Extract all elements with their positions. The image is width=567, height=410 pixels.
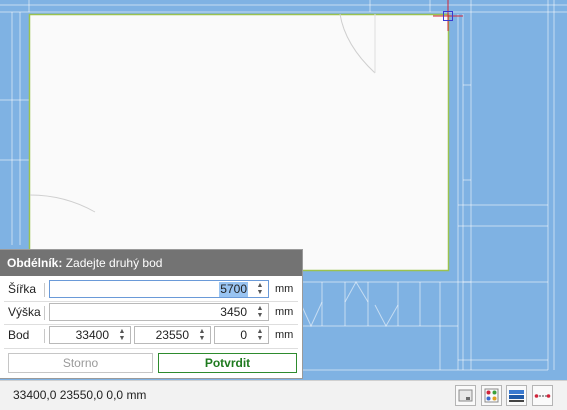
object-snap-button[interactable] (481, 385, 502, 406)
height-label: Výška (8, 305, 41, 319)
view-snap-button[interactable] (455, 385, 476, 406)
point-row: Bod 33400 ▲ ▼ 23550 ▲ ▼ 0 ▲ ▼ mm (0, 325, 303, 347)
width-input[interactable]: 5700 ▲ ▼ (49, 280, 269, 298)
cancel-button[interactable]: Storno (8, 353, 153, 373)
height-unit: mm (275, 306, 294, 318)
width-row: Šířka 5700 ▲ ▼ mm (0, 279, 303, 301)
row-divider (4, 348, 298, 349)
view-snap-icon (458, 389, 473, 402)
dimension-button[interactable] (532, 385, 553, 406)
width-unit: mm (275, 283, 294, 295)
confirm-button[interactable]: Potvrdit (158, 353, 297, 373)
separator (44, 306, 45, 320)
layers-button[interactable] (506, 385, 527, 406)
point-z-value[interactable]: 0 (239, 328, 248, 343)
layers-icon (509, 390, 524, 402)
width-label: Šířka (8, 282, 37, 296)
point-label: Bod (8, 328, 30, 342)
separator (44, 283, 45, 297)
dialog-title-prompt: Zadejte druhý bod (65, 256, 163, 270)
point-y-spinner-icon[interactable]: ▲ ▼ (197, 328, 207, 343)
separator (44, 329, 45, 343)
cursor-coordinates: 33400,0 23550,0 0,0 mm (13, 388, 147, 402)
status-bar: 33400,0 23550,0 0,0 mm (0, 380, 567, 410)
point-x-spinner-icon[interactable]: ▲ ▼ (117, 328, 127, 343)
object-snap-icon (484, 388, 499, 403)
dialog-title-command: Obdélník: (7, 256, 63, 270)
width-spinner-icon[interactable]: ▲ ▼ (255, 282, 265, 297)
height-row: Výška 3450 ▲ ▼ mm (0, 302, 303, 324)
point-x-input[interactable]: 33400 ▲ ▼ (49, 326, 131, 344)
point-z-input[interactable]: 0 ▲ ▼ (214, 326, 269, 344)
point-x-value[interactable]: 33400 (75, 328, 110, 343)
point-z-spinner-icon[interactable]: ▲ ▼ (255, 328, 265, 343)
height-value[interactable]: 3450 (219, 305, 248, 320)
point-y-input[interactable]: 23550 ▲ ▼ (134, 326, 211, 344)
point-y-value[interactable]: 23550 (155, 328, 190, 343)
dimension-icon (534, 394, 551, 398)
height-input[interactable]: 3450 ▲ ▼ (49, 303, 269, 321)
height-spinner-icon[interactable]: ▲ ▼ (255, 305, 265, 320)
point-unit: mm (275, 329, 294, 341)
dialog-title: Obdélník: Zadejte druhý bod (0, 250, 302, 276)
width-value[interactable]: 5700 (219, 282, 248, 297)
